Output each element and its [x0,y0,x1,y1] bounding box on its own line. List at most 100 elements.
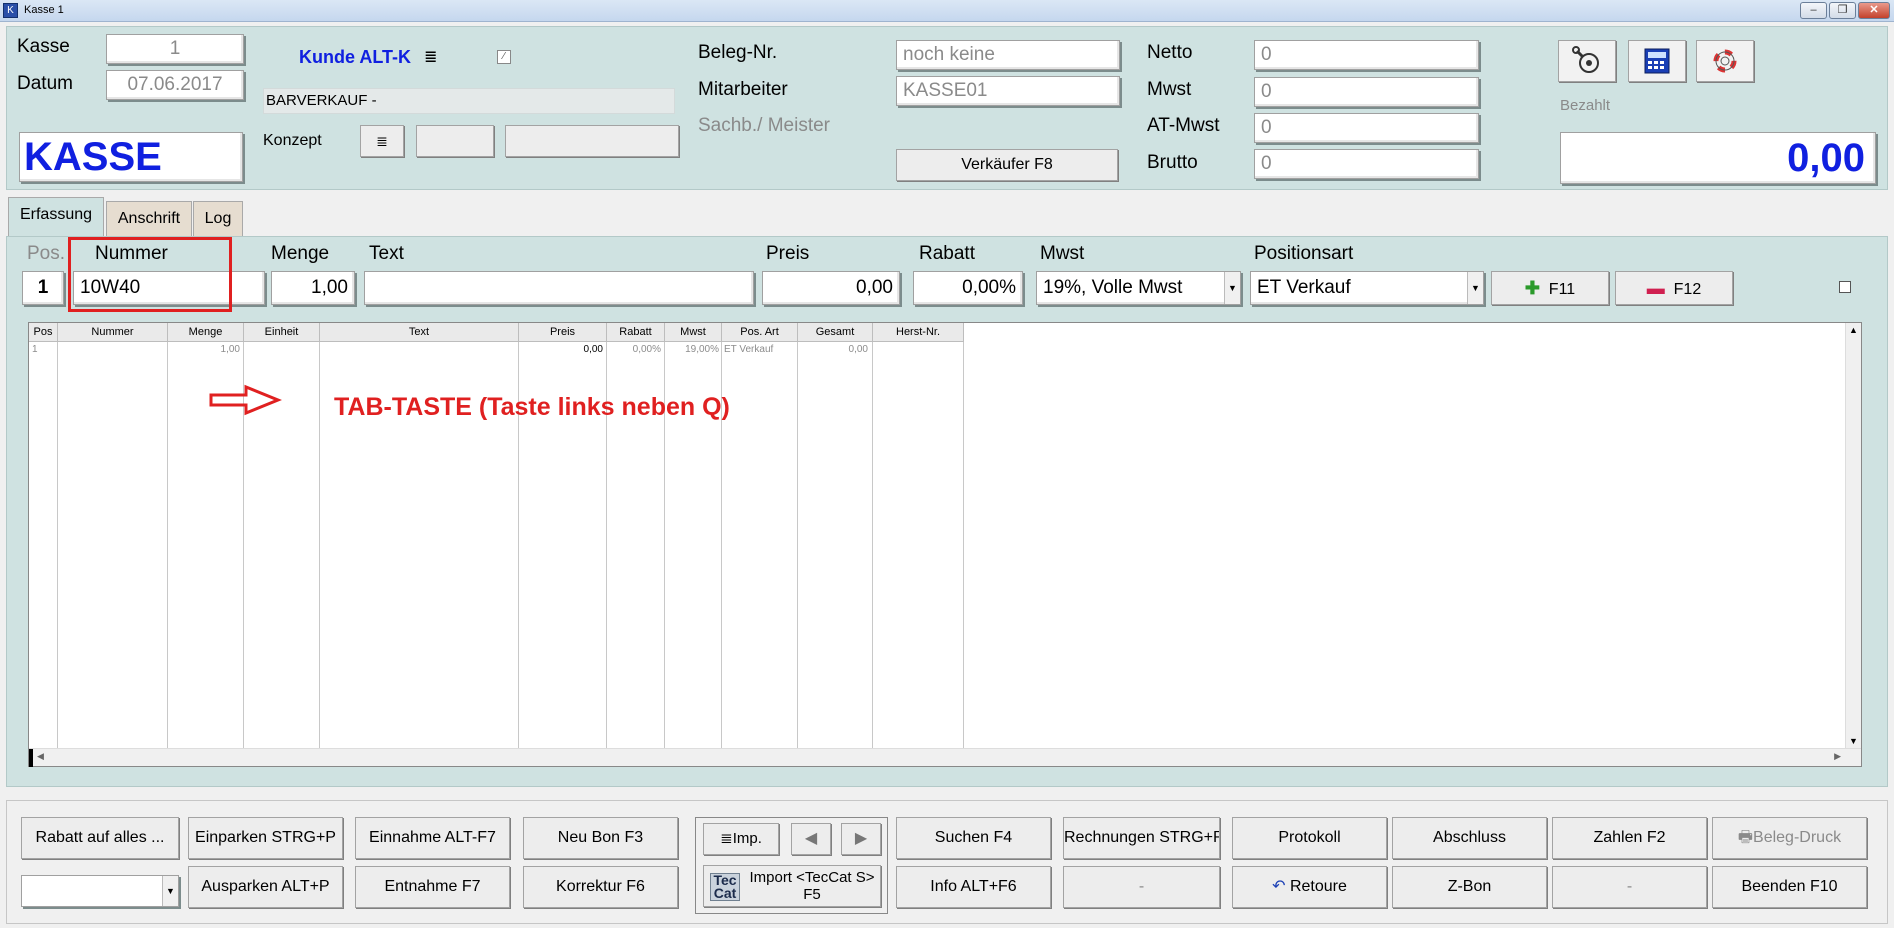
belegdruck-label: Beleg-Druck [1753,829,1842,846]
row-posart: ET Verkauf [724,344,774,355]
positionsart-select-value: ET Verkauf [1257,277,1351,298]
scroll-down-icon[interactable]: ▼ [1849,736,1858,746]
title-bar: K Kasse 1 – ❐ ✕ [0,0,1894,22]
mwst-dropdown-icon[interactable]: ▼ [1224,272,1240,304]
kunde-menu-icon[interactable]: ≣ [424,47,437,67]
mwst-field: 0 [1254,77,1479,107]
row-preis: 0,00 [583,344,603,355]
konzept-label: Konzept [263,132,322,149]
bottom-select-dropdown-icon[interactable]: ▼ [162,876,178,906]
konzept-menu-button[interactable]: ≣ [360,125,404,157]
grid-line [797,342,798,748]
preis-header: Preis [766,243,810,264]
prev-button[interactable]: ◀ [791,823,831,855]
rechnungen-button[interactable]: Rechnungen STRG+R [1063,817,1220,859]
maximize-button[interactable]: ❐ [1829,2,1856,19]
beleg-field[interactable]: noch keine [896,40,1120,70]
grid-col-menge[interactable]: Menge [168,323,244,342]
korrektur-button[interactable]: Korrektur F6 [523,866,678,908]
tab-log[interactable]: Log [193,201,243,236]
neubon-button[interactable]: Neu Bon F3 [523,817,678,859]
einnahme-button[interactable]: Einnahme ALT-F7 [355,817,510,859]
positionsart-dropdown-icon[interactable]: ▼ [1467,272,1483,304]
teccat-logo-icon: Tec Cat [710,873,740,901]
imp-label: Imp. [732,830,762,847]
scroll-up-icon[interactable]: ▲ [1849,325,1858,335]
retoure-button[interactable]: ↶ Retoure [1232,866,1387,908]
add-position-label: F11 [1548,281,1576,298]
register-icon[interactable] [1628,40,1686,82]
kasse-label: Kasse [17,36,70,57]
konzept-button-2[interactable] [416,125,494,157]
grid-col-preis[interactable]: Preis [519,323,607,342]
beleg-label: Beleg-Nr. [698,42,778,63]
scroll-left-icon[interactable]: ◀ [37,751,44,762]
grid-line [57,342,58,748]
next-button[interactable]: ▶ [841,823,881,855]
nummer-highlight-box [68,237,232,312]
grid-line [872,342,873,748]
suchen-button[interactable]: Suchen F4 [896,817,1051,859]
grid-col-posart[interactable]: Pos. Art [722,323,798,342]
import-tecdoc-button[interactable]: Tec Cat Import <TecCat S> F5 [703,865,881,907]
menge-input[interactable]: 1,00 [271,271,355,305]
horizontal-scrollbar[interactable]: ◀ ▶ [29,748,1861,767]
grid-col-herst[interactable]: Herst-Nr. [873,323,964,342]
lifebuoy-icon[interactable] [1696,40,1754,82]
kunde-link[interactable]: Kunde ALT-K [299,47,411,68]
app-icon: K [3,3,18,18]
zbon-button[interactable]: Z-Bon [1392,866,1547,908]
entnahme-button[interactable]: Entnahme F7 [355,866,510,908]
ausparken-button[interactable]: Ausparken ALT+P [188,866,343,908]
belegdruck-button[interactable]: 🖶Beleg-Druck [1712,817,1867,859]
tab-anschrift[interactable]: Anschrift [106,201,192,236]
remove-position-label: F12 [1673,281,1702,298]
einparken-button[interactable]: Einparken STRG+P [188,817,343,859]
grid-col-text[interactable]: Text [320,323,519,342]
beenden-button[interactable]: Beenden F10 [1712,866,1867,908]
kasse-window: K Kasse 1 – ❐ ✕ Kasse 1 Datum 07.06.2017… [0,0,1894,928]
verkaeufer-button[interactable]: Verkäufer F8 [896,149,1118,181]
row-gesamt: 0,00 [848,344,868,355]
protokoll-button[interactable]: Protokoll [1232,817,1387,859]
rabatt-input[interactable]: 0,00% [913,271,1023,305]
edit-customer-icon[interactable]: ⁄ [497,50,511,64]
tool-wrench-icon[interactable] [1558,40,1616,82]
kasse-field[interactable]: 1 [106,34,244,64]
datum-label: Datum [17,73,73,94]
info-button[interactable]: Info ALT+F6 [896,866,1051,908]
positionsart-select[interactable]: ET Verkauf ▼ [1250,271,1484,305]
mwst-select[interactable]: 19%, Volle Mwst ▼ [1036,271,1241,305]
grid-col-pos[interactable]: Pos [29,323,58,342]
grid-col-nummer[interactable]: Nummer [58,323,168,342]
annotation-arrow-icon [209,384,282,416]
vertical-scrollbar[interactable]: ▲ ▼ [1845,323,1861,748]
empty-button-2[interactable]: - [1552,866,1707,908]
grid-col-gesamt[interactable]: Gesamt [798,323,873,342]
retoure-label: Retoure [1289,878,1347,895]
mitarbeiter-field[interactable]: KASSE01 [896,76,1120,106]
text-input[interactable] [364,271,754,305]
tab-erfassung[interactable]: Erfassung [8,197,104,237]
konzept-button-3[interactable] [505,125,679,157]
zahlen-button[interactable]: Zahlen F2 [1552,817,1707,859]
grid-col-mwst[interactable]: Mwst [665,323,722,342]
import-label: Import <TecCat S> F5 [749,869,875,903]
remove-position-button[interactable]: ▬ F12 [1615,271,1733,305]
close-button[interactable]: ✕ [1858,2,1890,19]
mwst-select-value: 19%, Volle Mwst [1043,277,1183,298]
bottom-select[interactable]: ▼ [21,875,179,907]
grid-col-einheit[interactable]: Einheit [244,323,320,342]
imp-button[interactable]: ≣Imp. [703,823,779,855]
rabatt-button[interactable]: Rabatt auf alles ... [21,817,179,859]
option-checkbox[interactable] [1839,281,1851,293]
preis-input[interactable]: 0,00 [762,271,900,305]
grid-col-rabatt[interactable]: Rabatt [607,323,665,342]
minimize-button[interactable]: – [1800,2,1827,19]
empty-button-1[interactable]: - [1063,866,1220,908]
datum-field[interactable]: 07.06.2017 [106,70,244,100]
scroll-right-icon[interactable]: ▶ [1834,751,1841,762]
annotation-text: TAB-TASTE (Taste links neben Q) [334,393,730,421]
abschluss-button[interactable]: Abschluss [1392,817,1547,859]
add-position-button[interactable]: ✚ F11 [1491,271,1609,305]
